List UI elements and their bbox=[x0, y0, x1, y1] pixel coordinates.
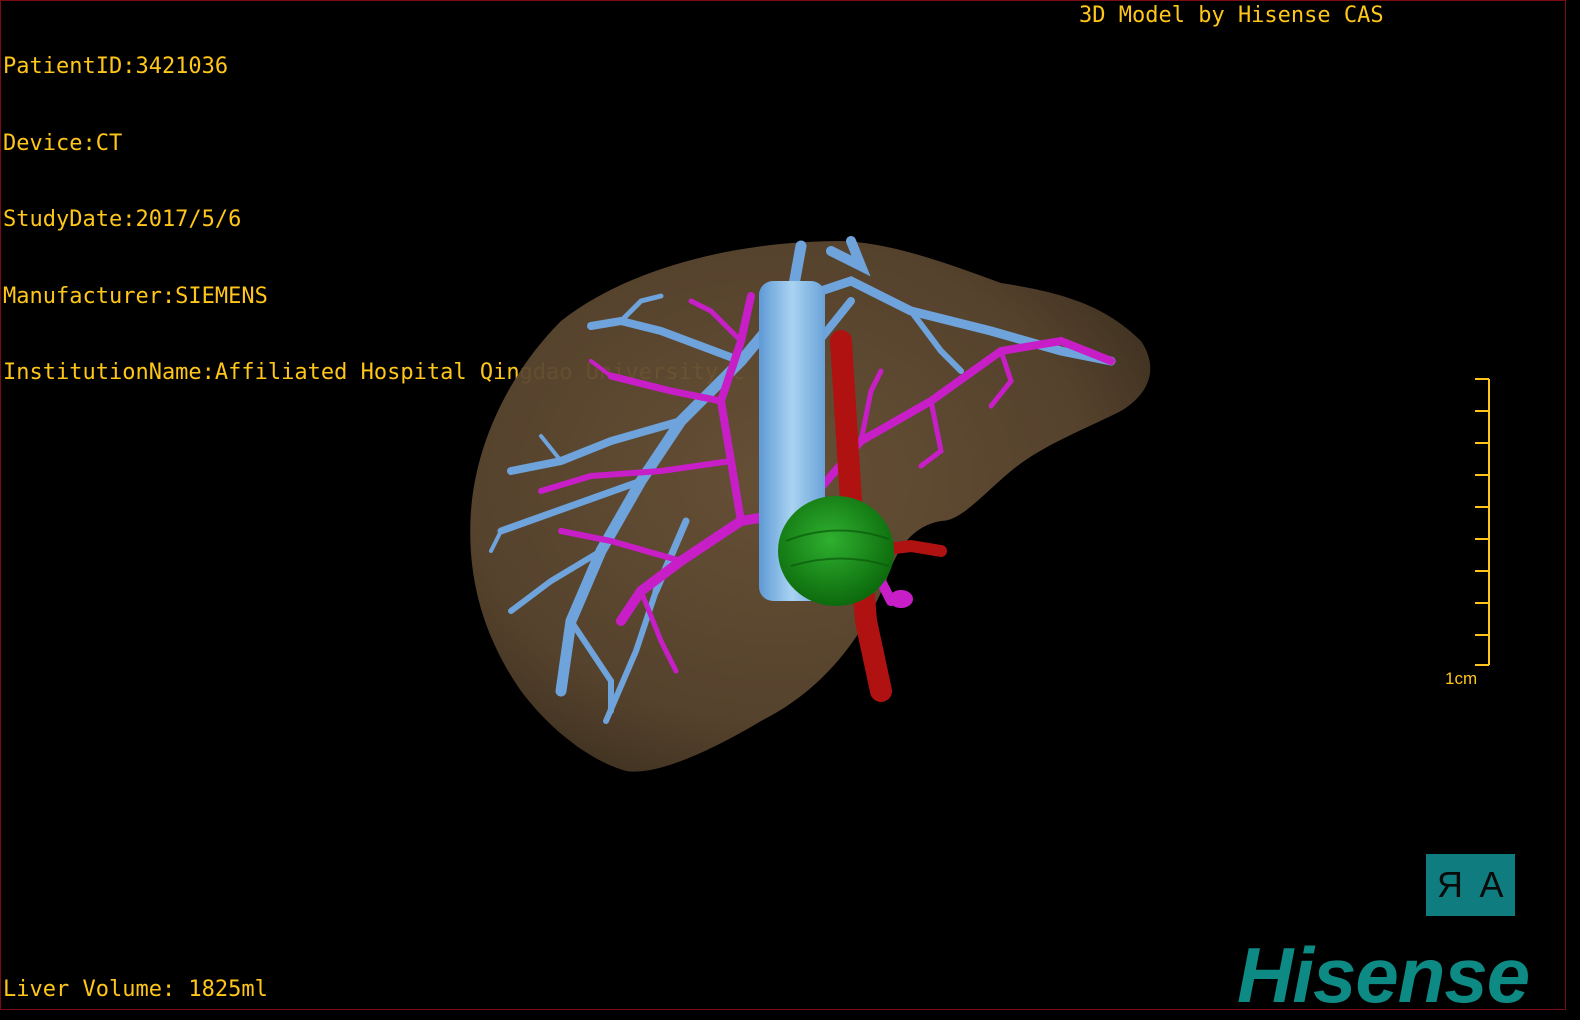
model-credit: 3D Model by Hisense CAS bbox=[1079, 3, 1384, 28]
liver-3d-model[interactable] bbox=[441, 221, 1181, 791]
lesion bbox=[778, 496, 894, 606]
hisense-logo: Hisense bbox=[1237, 931, 1530, 1010]
scale-bar bbox=[1475, 378, 1490, 666]
scale-label: 1cm bbox=[1445, 669, 1478, 688]
orientation-a-glyph: A bbox=[1479, 864, 1504, 905]
orientation-cube-button[interactable]: R A bbox=[1426, 854, 1515, 916]
device: Device:CT bbox=[3, 130, 123, 156]
patient-id: PatientID:3421036 bbox=[3, 54, 229, 79]
3d-viewport[interactable]: PatientID:3421036 Device:CT StudyDate:20… bbox=[0, 0, 1566, 1010]
orientation-r-glyph: R bbox=[1437, 864, 1464, 905]
liver-volume: Liver Volume: 1825ml bbox=[3, 977, 268, 1002]
